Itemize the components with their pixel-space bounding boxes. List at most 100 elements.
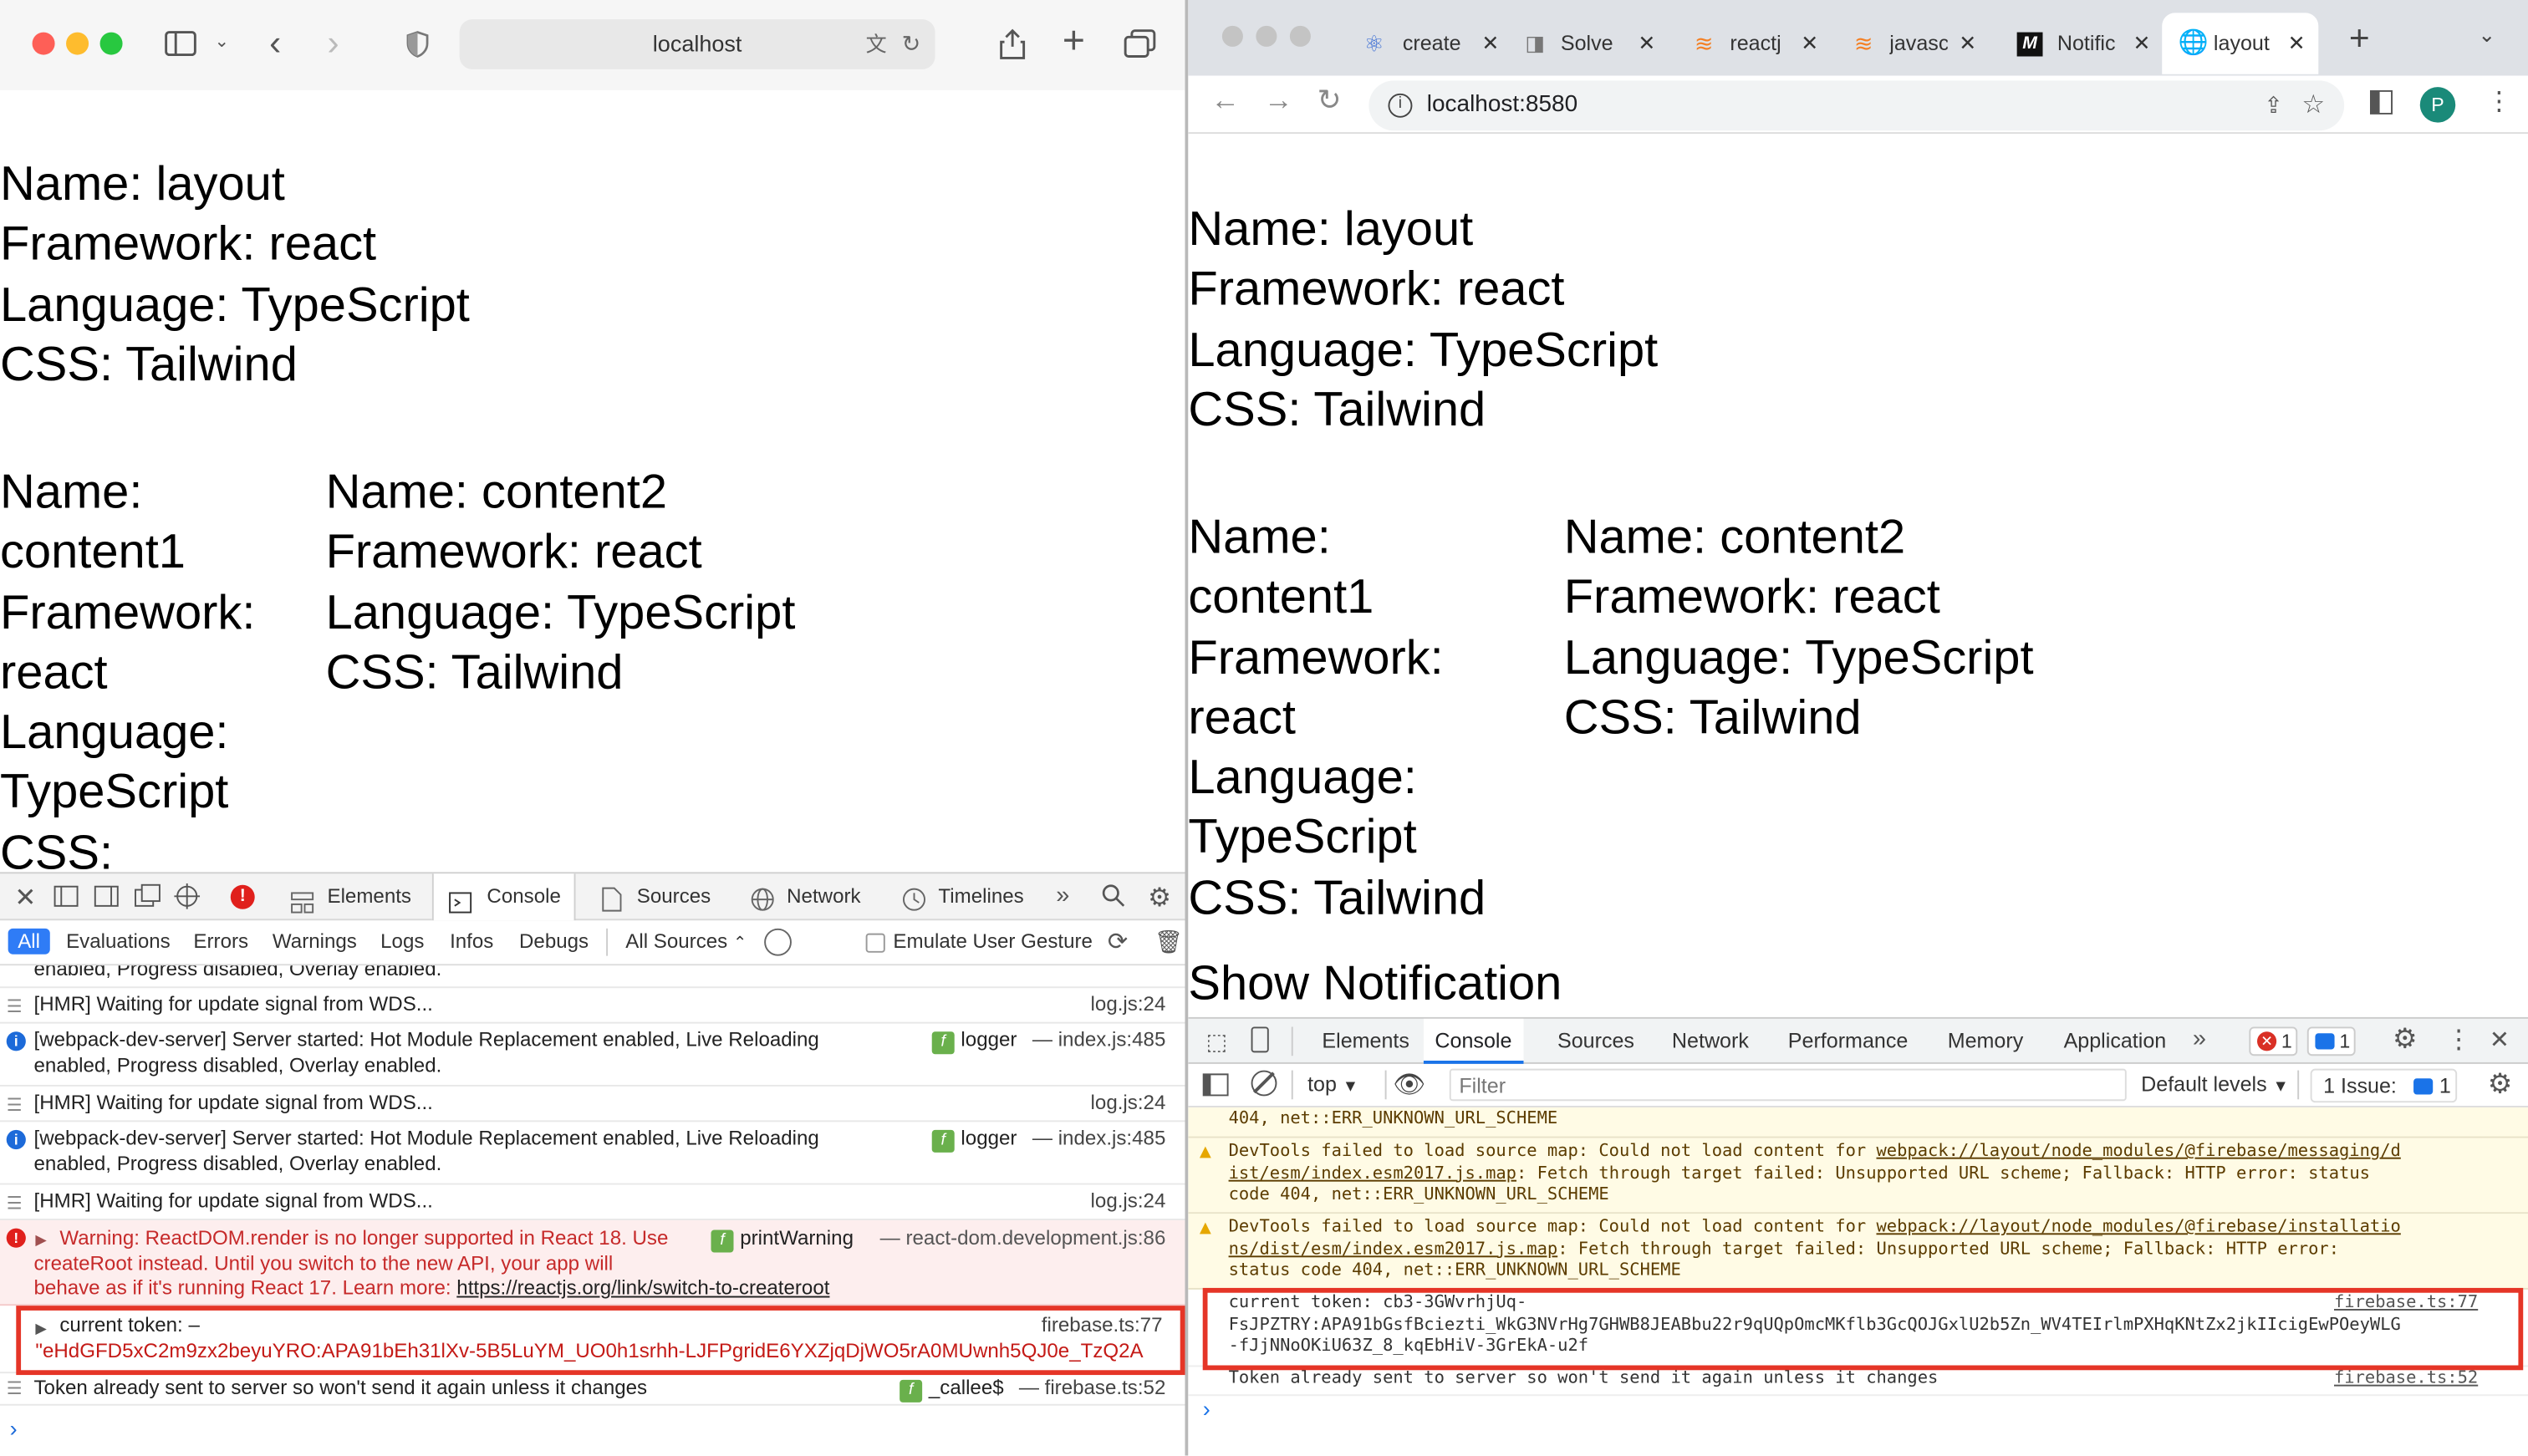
- dock-bottom-icon[interactable]: [54, 885, 79, 913]
- filter-all[interactable]: All: [8, 928, 50, 955]
- tab-console[interactable]: Console: [1423, 1018, 1523, 1064]
- tab-sources[interactable]: Sources: [1557, 1019, 1634, 1064]
- tab-application[interactable]: Application: [2064, 1019, 2167, 1064]
- filter-logs[interactable]: Logs: [380, 930, 424, 953]
- minimize-window-button[interactable]: [1256, 25, 1277, 47]
- tab-search-icon[interactable]: ⌄: [2478, 23, 2495, 48]
- more-tabs-icon[interactable]: »: [1056, 882, 1069, 909]
- console-prompt-icon[interactable]: ›: [1203, 1396, 1210, 1422]
- chrome-tab[interactable]: ≋ reactj ✕: [1672, 13, 1827, 74]
- close-icon[interactable]: ✕: [2490, 1026, 2510, 1054]
- tab-close-icon[interactable]: ✕: [1959, 13, 1976, 74]
- tab-close-icon[interactable]: ✕: [1801, 13, 1818, 74]
- new-tab-icon[interactable]: +: [2349, 18, 2370, 59]
- expand-triangle-icon[interactable]: ▶: [35, 1229, 46, 1254]
- tab-elements[interactable]: Elements: [278, 873, 426, 920]
- bookmark-star-icon[interactable]: ☆: [2301, 80, 2325, 130]
- sidebar-icon[interactable]: [165, 31, 197, 62]
- address-bar[interactable]: localhost 文 ↻: [459, 19, 935, 69]
- menu-kebab-icon[interactable]: ⋮: [2446, 1024, 2472, 1056]
- close-window-button[interactable]: [32, 32, 55, 55]
- message-count-badge[interactable]: 1: [2306, 1026, 2356, 1056]
- filter-errors[interactable]: Errors: [193, 930, 248, 953]
- tab-close-icon[interactable]: ✕: [2288, 13, 2306, 74]
- error-indicator-icon[interactable]: !: [230, 884, 255, 909]
- back-icon[interactable]: ‹: [269, 25, 281, 61]
- element-picker-icon[interactable]: [174, 883, 201, 914]
- shield-icon[interactable]: [406, 31, 429, 64]
- eye-icon[interactable]: 👁: [1393, 1069, 1425, 1102]
- tab-sources[interactable]: Sources: [590, 873, 726, 920]
- profile-avatar[interactable]: P: [2419, 87, 2456, 123]
- log-source-link[interactable]: — firebase.ts:52: [1019, 1377, 1166, 1402]
- close-icon[interactable]: ✕: [14, 882, 36, 914]
- log-source-link[interactable]: — index.js:485: [1032, 1028, 1165, 1053]
- tab-memory[interactable]: Memory: [1948, 1019, 2024, 1064]
- more-tabs-icon[interactable]: »: [2193, 1026, 2206, 1053]
- menu-kebab-icon[interactable]: ⋮: [2486, 85, 2512, 118]
- reload-icon[interactable]: ↻: [902, 19, 921, 69]
- zoom-window-button[interactable]: [1289, 25, 1311, 47]
- log-source-link[interactable]: — react-dom.development.js:86: [880, 1227, 1166, 1252]
- undock-icon[interactable]: [134, 883, 161, 913]
- tab-performance[interactable]: Performance: [1788, 1019, 1909, 1064]
- emulate-checkbox[interactable]: [865, 933, 885, 953]
- gear-icon[interactable]: ⚙: [1148, 882, 1171, 914]
- translate-icon[interactable]: 文: [866, 19, 887, 69]
- tab-network[interactable]: Network: [1672, 1019, 1749, 1064]
- chrome-tab[interactable]: M Notific ✕: [2002, 13, 2157, 74]
- createroot-link[interactable]: https://reactjs.org/link/switch-to-creat…: [456, 1276, 829, 1299]
- reload-icon[interactable]: ↻: [1318, 84, 1342, 117]
- side-panel-icon[interactable]: [2369, 89, 2393, 115]
- site-info-icon[interactable]: i: [1388, 93, 1413, 118]
- filter-evaluations[interactable]: Evaluations: [66, 930, 171, 953]
- tab-elements[interactable]: Elements: [1322, 1019, 1409, 1064]
- sources-select[interactable]: All Sources ⌃: [625, 930, 747, 953]
- log-source-link[interactable]: firebase.ts:52: [2334, 1368, 2478, 1390]
- clear-console-icon[interactable]: [1251, 1070, 1277, 1097]
- chrome-tab[interactable]: ≋ javasc ✕: [1828, 13, 1983, 74]
- search-icon[interactable]: [1101, 883, 1125, 913]
- chrome-tab[interactable]: ◨ Solve ✕: [1516, 13, 1670, 74]
- tab-console[interactable]: Console: [431, 873, 576, 921]
- console-settings-icon[interactable]: ⚙: [2488, 1069, 2512, 1102]
- close-window-button[interactable]: [1221, 25, 1243, 47]
- show-notification-text[interactable]: Show Notification: [1188, 955, 1562, 1015]
- context-select[interactable]: top ▼: [1307, 1072, 1358, 1096]
- log-source-link[interactable]: log.js:24: [1091, 993, 1166, 1018]
- chevron-down-icon[interactable]: ⌄: [214, 33, 229, 51]
- back-icon[interactable]: ←: [1210, 84, 1240, 117]
- zoom-window-button[interactable]: [99, 32, 123, 55]
- log-source-link[interactable]: log.js:24: [1091, 1189, 1166, 1214]
- tab-close-icon[interactable]: ✕: [1481, 13, 1499, 74]
- issues-button[interactable]: 1 Issue: 1: [2310, 1068, 2458, 1103]
- minimize-window-button[interactable]: [66, 32, 89, 55]
- filter-debugs[interactable]: Debugs: [519, 930, 589, 953]
- filter-input[interactable]: Filter: [1449, 1068, 2127, 1102]
- levels-select[interactable]: Default levels ▼: [2141, 1072, 2289, 1096]
- filter-infos[interactable]: Infos: [450, 930, 493, 953]
- tab-close-icon[interactable]: ✕: [1638, 13, 1655, 74]
- chrome-tab[interactable]: ⚛ create ✕: [1361, 13, 1516, 74]
- tab-overview-icon[interactable]: [1124, 29, 1156, 63]
- log-source-link[interactable]: log.js:24: [1091, 1092, 1166, 1117]
- tab-close-icon[interactable]: ✕: [2133, 13, 2150, 74]
- share-icon[interactable]: [1000, 28, 1026, 64]
- omnibox[interactable]: i localhost:8580 ⇪ ☆: [1368, 80, 2345, 131]
- sidebar-toggle-icon[interactable]: [1202, 1073, 1229, 1097]
- tab-network[interactable]: Network: [742, 873, 877, 920]
- log-source-link[interactable]: — index.js:485: [1032, 1127, 1165, 1152]
- trash-icon[interactable]: 🗑: [1154, 929, 1183, 956]
- new-tab-icon[interactable]: +: [1063, 22, 1085, 61]
- tab-timelines[interactable]: Timelines: [896, 873, 1038, 920]
- forward-icon[interactable]: ›: [327, 25, 339, 61]
- preserve-log-icon[interactable]: ⟳: [1108, 927, 1128, 956]
- dock-side-icon[interactable]: [94, 885, 120, 913]
- forward-icon[interactable]: →: [1264, 84, 1293, 117]
- device-toolbar-icon[interactable]: [1251, 1026, 1269, 1053]
- console-prompt-icon[interactable]: ›: [10, 1415, 18, 1441]
- error-count-badge[interactable]: ✕ 1: [2249, 1026, 2298, 1056]
- inspect-icon[interactable]: ⬚: [1206, 1028, 1228, 1056]
- gear-icon[interactable]: ⚙: [2393, 1024, 2417, 1056]
- filter-warnings[interactable]: Warnings: [273, 930, 357, 953]
